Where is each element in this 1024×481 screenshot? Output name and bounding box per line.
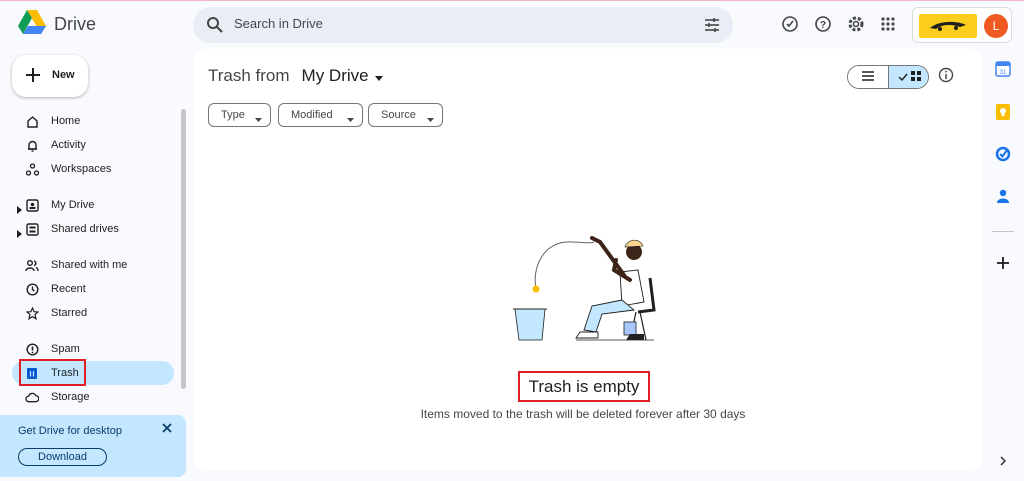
add-icon[interactable] [995,255,1011,271]
highlight-box-empty-title [518,371,650,402]
sidebar-item-label: Shared drives [51,223,119,235]
plus-icon [25,67,41,88]
view-toggle[interactable] [847,65,929,89]
keep-icon[interactable] [995,104,1011,120]
chevron-right-icon[interactable] [995,453,1011,469]
page-title-prefix: Trash from [208,66,290,85]
main-content: Trash from My Drive Type Modified Source… [193,49,983,470]
star-icon [25,306,39,320]
offline-status-icon[interactable] [780,14,800,34]
workspaces-icon [25,162,39,176]
search-icon[interactable] [206,16,224,39]
dropdown-arrow-icon [255,113,262,125]
filter-label: Modified [291,109,333,121]
sidebar-item-label: Activity [51,139,86,151]
sidebar-item-workspaces[interactable]: Workspaces [12,157,174,181]
contacts-icon[interactable] [995,188,1011,204]
filter-label: Source [381,109,416,121]
empty-trash-illustration [513,236,656,341]
sidebar-item-label: Starred [51,307,88,319]
sidebar-item-storage[interactable]: Storage [12,385,174,409]
grid-view-icon [910,68,921,86]
drive-logo[interactable]: Drive [18,10,96,39]
check-icon [898,68,908,86]
sidebar-item-my-drive[interactable]: My Drive [12,193,174,217]
filter-modified[interactable]: Modified [278,103,363,127]
sidebar-item-shared-drives[interactable]: Shared drives [12,217,174,241]
search-input[interactable] [234,16,674,31]
grid-view-button[interactable] [888,66,928,88]
dropdown-arrow-icon[interactable] [374,66,383,86]
download-button[interactable]: Download [18,448,107,466]
search-bar[interactable] [193,7,733,43]
sidebar-item-label: Recent [51,283,86,295]
new-button-label: New [52,69,75,81]
people-icon [25,258,39,272]
empty-state-subtitle: Items moved to the trash will be deleted… [420,407,746,421]
cloud-icon [25,390,39,404]
settings-icon[interactable] [846,14,866,34]
home-icon [25,114,39,128]
spam-icon [25,342,39,356]
bell-icon [25,138,39,152]
sidebar-item-label: My Drive [51,199,95,211]
rail-divider [992,231,1014,232]
account-area[interactable]: L [912,7,1012,43]
info-icon[interactable] [938,67,954,88]
clock-icon [25,282,39,296]
svg-text:31: 31 [1000,70,1007,76]
sidebar-item-label: Storage [51,391,90,403]
sidebar-item-label: Shared with me [51,259,128,271]
sidebar-item-shared-with-me[interactable]: Shared with me [12,253,174,277]
filter-source[interactable]: Source [368,103,443,127]
location-dropdown[interactable]: My Drive [302,66,369,86]
sidebar-scrollbar[interactable] [181,109,186,389]
page-title: Trash from My Drive [208,66,383,86]
drive-logo-icon [18,10,46,39]
dropdown-arrow-icon [347,113,354,125]
desktop-promo-banner: Get Drive for desktop Download [0,415,186,477]
sidebar-item-label: Home [51,115,81,127]
avatar[interactable]: L [984,14,1008,38]
search-options-icon[interactable] [703,16,721,39]
dropdown-arrow-icon [427,113,434,125]
sidebar-item-starred[interactable]: Starred [12,301,174,325]
filter-type[interactable]: Type [208,103,271,127]
close-icon[interactable] [161,421,173,439]
apps-grid-icon[interactable] [878,14,898,34]
sidebar-item-activity[interactable]: Activity [12,133,174,157]
filter-label: Type [221,109,245,121]
sidebar-item-home[interactable]: Home [12,109,174,133]
help-icon[interactable]: ? [813,14,833,34]
list-view-icon [862,68,874,86]
svg-text:?: ? [820,20,826,31]
promo-title: Get Drive for desktop [18,425,122,437]
new-button[interactable]: New [12,55,88,97]
shared-drives-icon [25,222,39,236]
expand-arrow-icon[interactable] [17,225,22,243]
sidebar-item-label: Workspaces [51,163,112,175]
my-drive-icon [25,198,39,212]
sidebar-item-spam[interactable]: Spam [12,337,174,361]
list-view-button[interactable] [848,66,888,88]
sidebar-item-recent[interactable]: Recent [12,277,174,301]
sidebar-item-label: Spam [51,343,80,355]
app-name: Drive [54,14,97,34]
highlight-box-trash [19,359,86,386]
organization-logo [919,14,977,38]
tasks-icon[interactable] [995,146,1011,162]
calendar-icon[interactable]: 31 [995,61,1011,77]
